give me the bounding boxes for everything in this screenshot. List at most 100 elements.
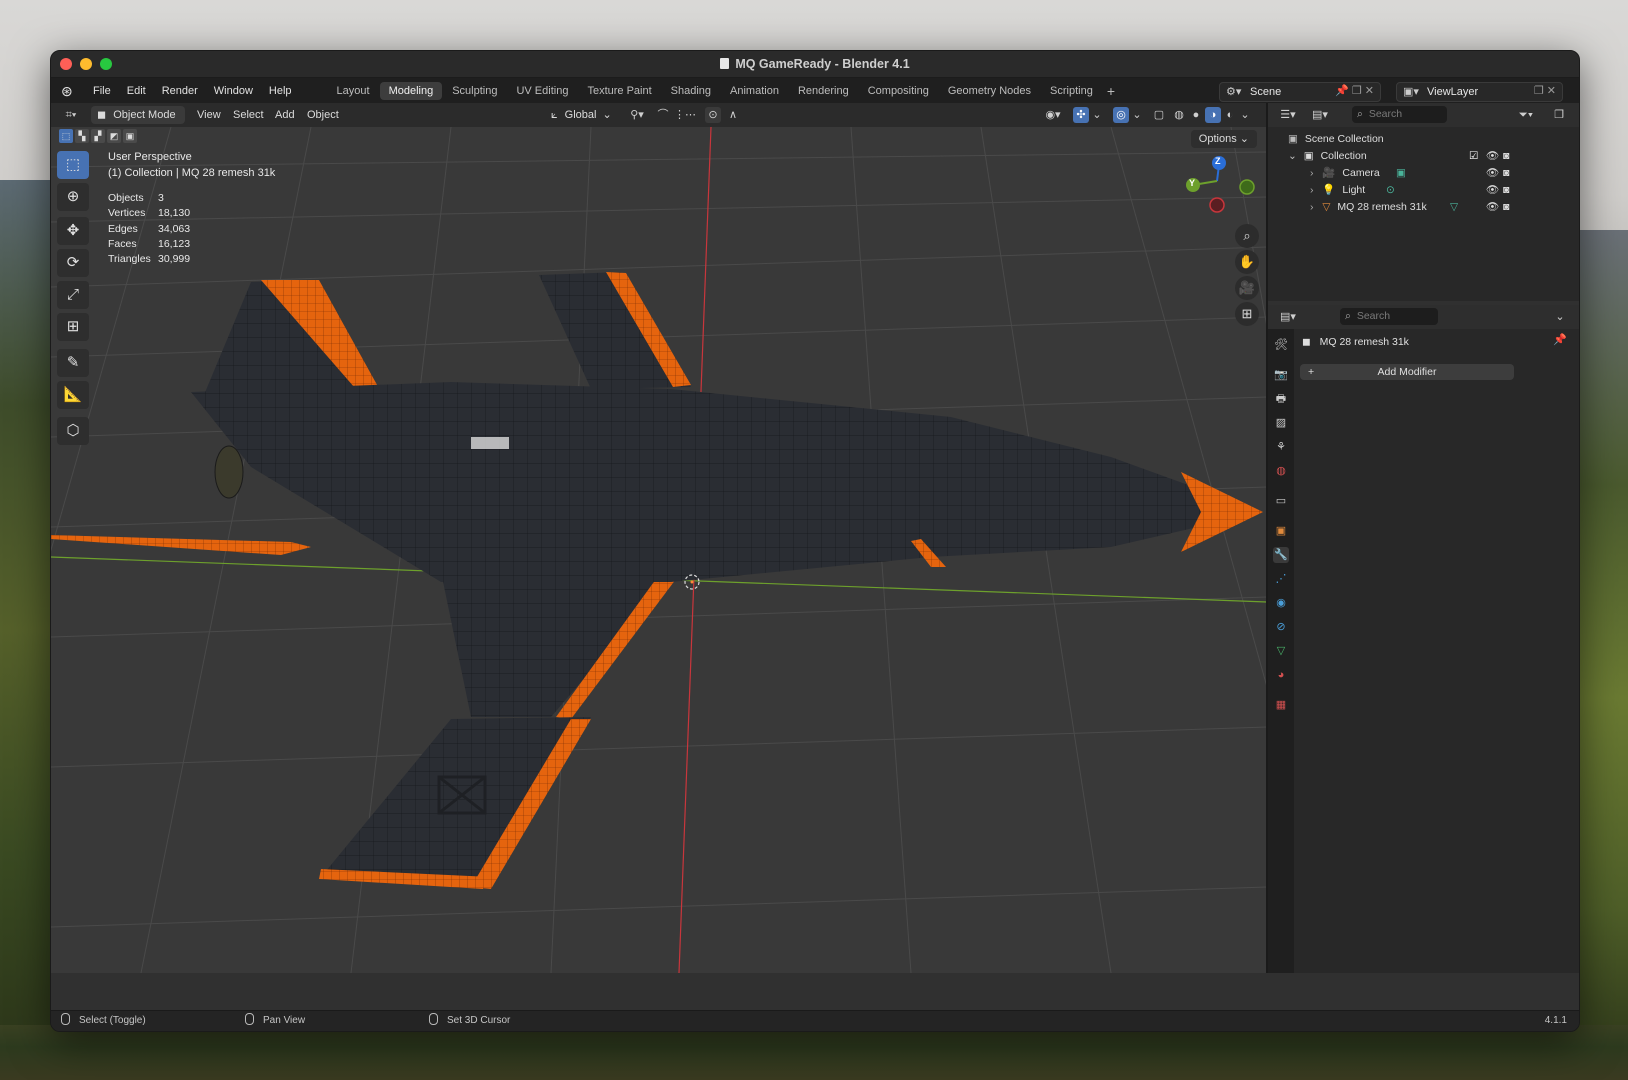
viewlayer-actions-icon[interactable]: ❐ ✕ — [1534, 84, 1556, 97]
viewlayer-selector[interactable]: ▣▾ ViewLayer ❐ ✕ — [1396, 82, 1563, 102]
material-tab-icon[interactable]: ◕ — [1273, 667, 1289, 683]
menu-object[interactable]: Object — [307, 106, 339, 124]
camera-view-icon[interactable]: 🎥 — [1235, 276, 1259, 300]
outliner-item-camera[interactable]: › 🎥 Camera ▣ 👁 ◙ — [1268, 165, 1579, 182]
pin-icon[interactable]: 📌 — [1553, 333, 1567, 346]
solid-shading-icon[interactable]: ● — [1188, 107, 1204, 123]
chevron-down-icon[interactable]: ⌄ — [1288, 150, 1297, 162]
mode-dropdown[interactable]: ◼ Object Mode ⌄ — [91, 106, 185, 139]
object-tab-icon[interactable]: ▣ — [1273, 523, 1289, 539]
scene-tab-icon[interactable]: ⚘ — [1273, 439, 1289, 455]
physics-tab-icon[interactable]: ◉ — [1273, 595, 1289, 611]
chevron-right-icon[interactable]: › — [1310, 167, 1314, 179]
orientation-dropdown[interactable]: ⟀ Global ⌄ — [551, 106, 612, 124]
3d-viewport[interactable]: Z Y ⬚ ▚ ▞ ◩ ▣ Options ⌄ ⬚ ⊕ ✥ ⟳ ⤢ ⊞ ✎ 📐 … — [51, 127, 1267, 973]
tool-tab-icon[interactable]: 🛠 — [1273, 337, 1289, 353]
add-workspace-icon[interactable]: + — [1107, 83, 1115, 99]
render-camera-icon[interactable]: ◙ — [1503, 199, 1509, 216]
pan-hand-icon[interactable]: ✋ — [1235, 250, 1259, 274]
proportional-edit-icon[interactable]: ⊙ — [705, 107, 721, 123]
add-cube-tool-icon[interactable]: ⬡ — [57, 417, 89, 445]
outliner-editor-type-icon[interactable]: ☰▾ — [1276, 107, 1300, 123]
snap-target-icon[interactable]: ⋮⋯ — [673, 107, 697, 123]
view-layer-tab-icon[interactable]: ▨ — [1273, 415, 1289, 431]
select-extend-icon[interactable]: ▚ — [75, 129, 89, 143]
camera-data-icon[interactable]: ▣ — [1396, 165, 1406, 182]
light-data-icon[interactable]: ⊙ — [1386, 182, 1395, 199]
tab-scripting[interactable]: Scripting — [1041, 82, 1102, 100]
menu-window[interactable]: Window — [206, 78, 261, 104]
menu-help[interactable]: Help — [261, 78, 300, 104]
render-camera-icon[interactable]: ◙ — [1503, 182, 1509, 199]
texture-tab-icon[interactable]: ▦ — [1273, 697, 1289, 713]
modifier-tab-icon[interactable]: 🔧 — [1273, 547, 1289, 563]
rotate-tool-icon[interactable]: ⟳ — [57, 249, 89, 277]
tab-geometry-nodes[interactable]: Geometry Nodes — [939, 82, 1040, 100]
chevron-down-icon[interactable]: ⌄ — [1552, 309, 1568, 325]
zoom-icon[interactable]: ⌕ — [1235, 224, 1259, 248]
editor-type-icon[interactable]: ⌗▾ — [59, 107, 83, 123]
properties-editor-type-icon[interactable]: ▤▾ — [1276, 309, 1300, 325]
pivot-point-icon[interactable]: ⚲▾ — [625, 107, 649, 123]
render-tab-icon[interactable]: 📷 — [1273, 367, 1289, 383]
perspective-toggle-icon[interactable]: ⊞ — [1235, 302, 1259, 326]
move-tool-icon[interactable]: ✥ — [57, 217, 89, 245]
tab-compositing[interactable]: Compositing — [859, 82, 938, 100]
chevron-right-icon[interactable]: › — [1310, 184, 1314, 196]
render-camera-icon[interactable]: ◙ — [1503, 148, 1509, 165]
properties-search-input[interactable]: ⌕ Search — [1340, 308, 1438, 325]
annotate-tool-icon[interactable]: ✎ — [57, 349, 89, 377]
collection-tab-icon[interactable]: ▭ — [1273, 493, 1289, 509]
menu-select[interactable]: Select — [233, 106, 264, 124]
rendered-shading-icon[interactable]: ◐ — [1222, 107, 1238, 123]
outliner-scene-collection[interactable]: ▣ Scene Collection — [1268, 131, 1579, 148]
select-tool-icon[interactable]: ⬚ — [57, 151, 89, 179]
tab-animation[interactable]: Animation — [721, 82, 788, 100]
eye-icon[interactable]: 👁 — [1486, 165, 1499, 182]
select-box-icon[interactable]: ⬚ — [59, 129, 73, 143]
select-invert-icon[interactable]: ◩ — [107, 129, 121, 143]
select-subtract-icon[interactable]: ▞ — [91, 129, 105, 143]
xray-icon[interactable]: ▢ — [1151, 107, 1167, 123]
outliner-item-mesh[interactable]: › ▽ MQ 28 remesh 31k ▽ 👁 ◙ — [1268, 199, 1579, 216]
options-dropdown[interactable]: Options ⌄ — [1190, 130, 1257, 148]
particles-tab-icon[interactable]: ⋰ — [1273, 571, 1289, 587]
data-tab-icon[interactable]: ▽ — [1273, 643, 1289, 659]
menu-view[interactable]: View — [197, 106, 221, 124]
chevron-right-icon[interactable]: › — [1310, 201, 1314, 213]
tab-sculpting[interactable]: Sculpting — [443, 82, 506, 100]
gizmo-z-label[interactable]: Z — [1215, 156, 1221, 166]
filter-icon[interactable]: ⏷▾ — [1514, 107, 1538, 123]
tab-layout[interactable]: Layout — [328, 82, 379, 100]
add-modifier-button[interactable]: + Add Modifier — [1300, 364, 1514, 380]
falloff-icon[interactable]: ∧ — [723, 107, 743, 123]
chevron-down-icon[interactable]: ⌄ — [1239, 107, 1251, 123]
tab-modeling[interactable]: Modeling — [379, 82, 443, 100]
wireframe-shading-icon[interactable]: ◍ — [1171, 107, 1187, 123]
world-tab-icon[interactable]: ◍ — [1273, 463, 1289, 479]
material-shading-icon[interactable]: ◑ — [1205, 107, 1221, 123]
chevron-down-icon[interactable]: ⌄ — [1131, 107, 1143, 123]
eye-icon[interactable]: 👁 — [1486, 199, 1499, 216]
menu-file[interactable]: File — [85, 78, 119, 104]
cursor-tool-icon[interactable]: ⊕ — [57, 183, 89, 211]
select-intersect-icon[interactable]: ▣ — [123, 129, 137, 143]
menu-edit[interactable]: Edit — [119, 78, 154, 104]
new-collection-icon[interactable]: ❐ — [1551, 107, 1567, 123]
scale-tool-icon[interactable]: ⤢ — [57, 281, 89, 309]
tab-uv-editing[interactable]: UV Editing — [507, 82, 577, 100]
gizmo-toggle-icon[interactable]: ✣ — [1073, 107, 1089, 123]
scene-actions-icon[interactable]: 📌 ❐ ✕ — [1335, 84, 1374, 97]
transform-tool-icon[interactable]: ⊞ — [57, 313, 89, 341]
chevron-down-icon[interactable]: ⌄ — [1091, 107, 1103, 123]
overlay-toggle-icon[interactable]: ◎ — [1113, 107, 1129, 123]
tab-texture-paint[interactable]: Texture Paint — [578, 82, 660, 100]
blender-logo-icon[interactable]: ⊛ — [61, 84, 77, 98]
outliner-collection[interactable]: ⌄ ▣ Collection ☑ 👁 ◙ — [1268, 148, 1579, 165]
constraints-tab-icon[interactable]: ⊘ — [1273, 619, 1289, 635]
scene-selector[interactable]: ⚙▾ Scene 📌 ❐ ✕ — [1219, 82, 1381, 102]
render-camera-icon[interactable]: ◙ — [1503, 165, 1509, 182]
tab-shading[interactable]: Shading — [662, 82, 720, 100]
menu-render[interactable]: Render — [154, 78, 206, 104]
output-tab-icon[interactable]: 🖶 — [1273, 391, 1289, 407]
